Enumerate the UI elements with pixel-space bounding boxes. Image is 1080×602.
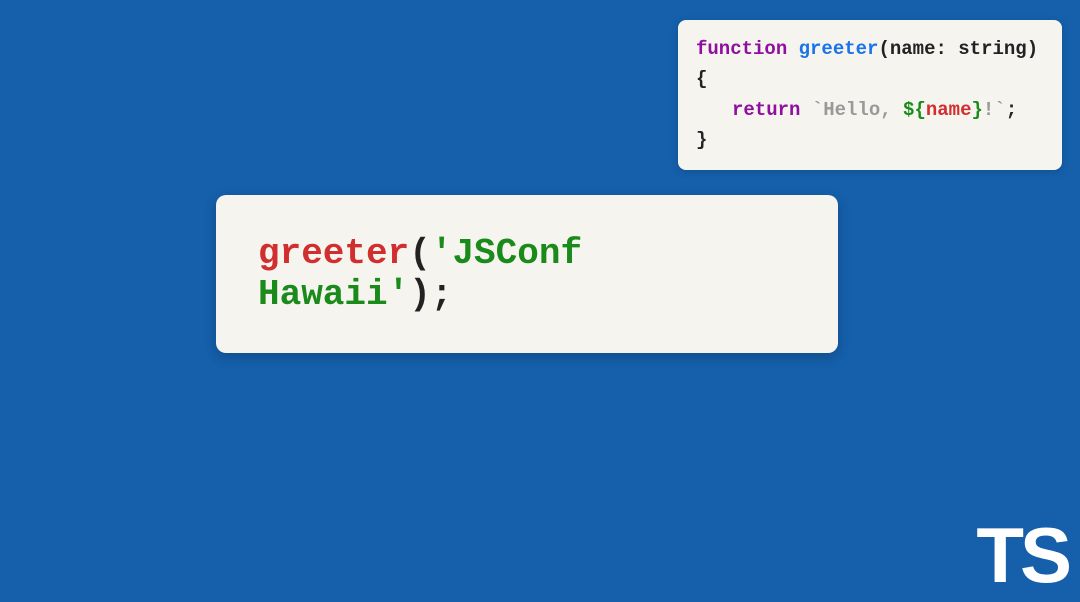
keyword-function: function (696, 38, 787, 60)
colon: : (935, 38, 958, 60)
function-definition-snippet: function greeter(name: string) { return … (678, 20, 1062, 170)
param-type: string (958, 38, 1026, 60)
close-brace: } (696, 129, 707, 151)
call-function-name: greeter (258, 233, 409, 274)
function-name: greeter (799, 38, 879, 60)
code-line-2: return `Hello, ${name}!`; (696, 95, 1044, 125)
semicolon: ; (431, 274, 453, 315)
typescript-logo: TS (976, 516, 1068, 594)
close-paren: ) (409, 274, 431, 315)
code-line-3: } (696, 125, 1044, 155)
open-brace: { (696, 68, 707, 90)
keyword-return: return (732, 99, 800, 121)
open-paren: ( (409, 233, 431, 274)
space (787, 38, 798, 60)
template-string-close: !` (983, 99, 1006, 121)
space (800, 99, 811, 121)
semicolon: ; (1006, 99, 1017, 121)
interp-variable: name (926, 99, 972, 121)
open-paren: ( (878, 38, 889, 60)
close-paren: ) (1027, 38, 1038, 60)
param-name: name (890, 38, 936, 60)
interp-close: } (971, 99, 982, 121)
template-string-open: `Hello, (812, 99, 903, 121)
interp-open: ${ (903, 99, 926, 121)
function-call-snippet: greeter('JSConf Hawaii'); (216, 195, 838, 353)
code-line-1: function greeter(name: string) { (696, 34, 1044, 95)
